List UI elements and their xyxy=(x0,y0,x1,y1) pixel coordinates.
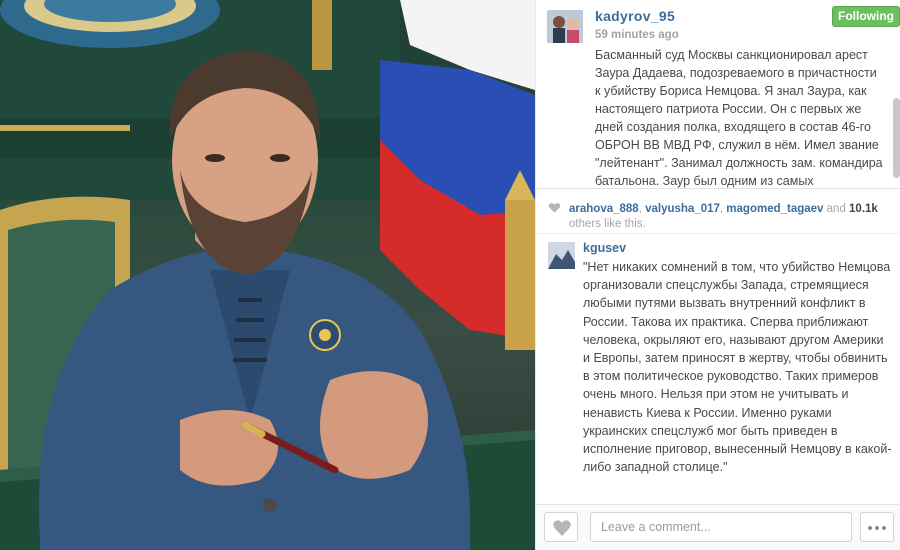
likes-suffix: others like this. xyxy=(569,218,646,230)
user-avatar[interactable] xyxy=(547,10,583,43)
heart-icon xyxy=(548,203,561,213)
comment-input[interactable] xyxy=(590,512,852,542)
photo-illustration xyxy=(0,0,535,550)
post-caption: Басманный суд Москвы санкционировал арес… xyxy=(595,48,883,188)
ellipsis-icon xyxy=(875,526,879,530)
comment-bar xyxy=(536,504,900,550)
post-username[interactable]: kadyrov_95 xyxy=(595,8,675,24)
ellipsis-icon xyxy=(868,526,872,530)
commenter-avatar[interactable] xyxy=(548,242,575,269)
liker-username[interactable]: arahova_888 xyxy=(569,203,639,215)
heart-icon xyxy=(553,520,571,536)
comment-item: kgusev "Нет никаких сомнений в том, что … xyxy=(536,238,900,500)
ellipsis-icon xyxy=(882,526,886,530)
caption-scrollbar[interactable] xyxy=(893,98,900,178)
liker-username[interactable]: magomed_tagaev xyxy=(726,203,823,215)
comment-text: "Нет никаких сомнений в том, что убийств… xyxy=(583,260,892,475)
post-details-panel: kadyrov_95 59 minutes ago Following Басм… xyxy=(535,0,900,550)
post-timestamp: 59 minutes ago xyxy=(595,29,679,41)
like-button[interactable] xyxy=(544,512,578,542)
post-header: kadyrov_95 59 minutes ago Following xyxy=(536,0,900,46)
liker-username[interactable]: valyusha_017 xyxy=(645,203,720,215)
likes-summary: arahova_888, valyusha_017, magomed_tagae… xyxy=(536,190,900,234)
commenter-username[interactable]: kgusev xyxy=(583,241,626,255)
likes-text: arahova_888, valyusha_017, magomed_tagae… xyxy=(569,202,889,232)
post-photo xyxy=(0,0,535,550)
likes-count[interactable]: 10.1k xyxy=(849,203,878,215)
caption-scroll-area[interactable]: Басманный суд Москвы санкционировал арес… xyxy=(536,46,900,189)
following-button[interactable]: Following xyxy=(832,6,900,27)
more-options-button[interactable] xyxy=(860,512,894,542)
likes-and-text: and xyxy=(823,203,850,215)
